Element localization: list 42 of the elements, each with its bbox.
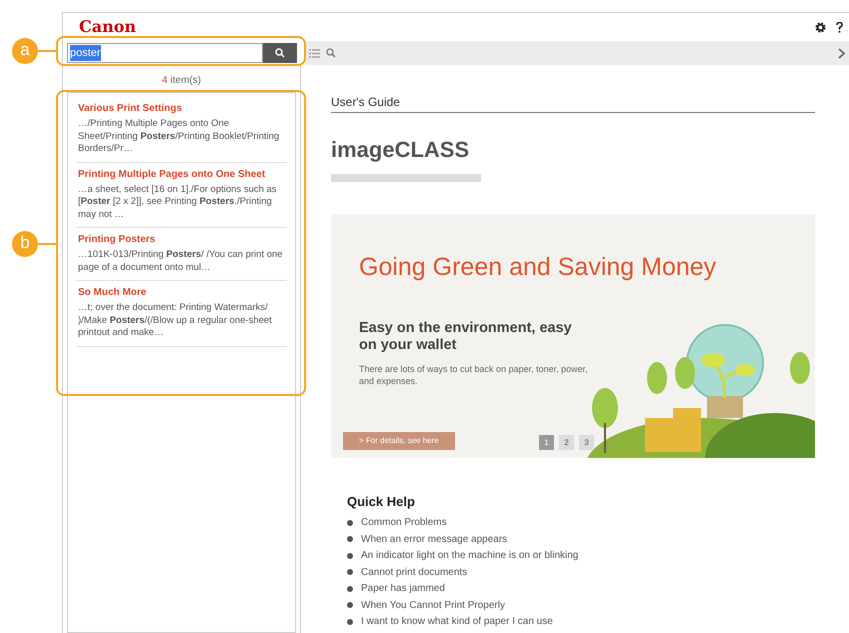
quick-help-link[interactable]: When You Cannot Print Properly	[361, 598, 505, 613]
search-button[interactable]	[263, 43, 297, 63]
result-snippet: …/Printing Multiple Pages onto One Sheet/Printing Posters/Printing Booklet/Printing Borders/Pr…	[78, 118, 280, 156]
search-icon	[275, 48, 285, 58]
bullet-icon	[347, 569, 353, 576]
bullet-icon	[347, 602, 353, 608]
result-snippet: …101K-013/Printing Posters/ /You can print one page of a document onto mul…	[78, 249, 284, 274]
bullet-icon	[347, 552, 353, 559]
help-icon[interactable]	[836, 22, 843, 32]
product-name: imageCLASS	[331, 136, 470, 164]
result-snippet: …a sheet, select [16 on 1]./For options such as [Poster [2 x 2]], see Printing Posters./Printing may not …	[78, 184, 278, 221]
bullet-icon	[347, 618, 353, 625]
result-snippet: …t; over the document: Printing Watermarks/ )/Make Posters/(/Blow up a regular one-sheet printout and make…	[78, 302, 273, 340]
callout-marker: a	[12, 38, 38, 64]
quick-help-link[interactable]: Cannot print documents	[361, 564, 468, 580]
settings-icon[interactable]	[815, 22, 826, 32]
bullet-icon	[347, 586, 353, 592]
page-button[interactable]: 1	[539, 435, 554, 450]
banner-text: There are lots of ways to cut back on paper, toner, power, and expenses.	[359, 363, 589, 387]
quick-help-link[interactable]: When an error message appears	[361, 532, 508, 547]
quick-help-link[interactable]: I want to know what kind of paper I can use	[361, 614, 553, 630]
quick-help-heading: Quick Help	[347, 493, 416, 511]
result-title-link[interactable]: Printing Multiple Pages onto One Sheet	[78, 168, 287, 180]
banner-subtitle: Easy on the environment, easy on your wallet	[359, 320, 573, 354]
bullet-icon	[347, 536, 353, 542]
logo: Canon	[79, 16, 136, 38]
callout-marker: b	[12, 231, 38, 257]
page-button[interactable]: 3	[579, 435, 594, 450]
result-title-link[interactable]: Various Print Settings	[78, 103, 287, 115]
search-icon[interactable]	[326, 48, 336, 58]
result-count: 4 item(s)	[161, 74, 202, 88]
page-button[interactable]: 2	[559, 435, 574, 450]
search-field[interactable]: poster	[67, 43, 263, 63]
banner-title: Going Green and Saving Money	[359, 252, 718, 282]
bullet-icon	[347, 520, 353, 526]
result-title-link[interactable]: So Much More	[78, 287, 287, 299]
guide-label: User's Guide	[331, 93, 815, 113]
chevron-right-icon[interactable]	[838, 48, 845, 58]
quick-help-link[interactable]: An indicator light on the machine is on or blinking	[361, 548, 578, 564]
quick-help-link[interactable]: Paper has jammed	[361, 581, 445, 596]
quick-help-link[interactable]: Common Problems	[361, 515, 447, 530]
result-title-link[interactable]: Printing Posters	[78, 234, 287, 246]
